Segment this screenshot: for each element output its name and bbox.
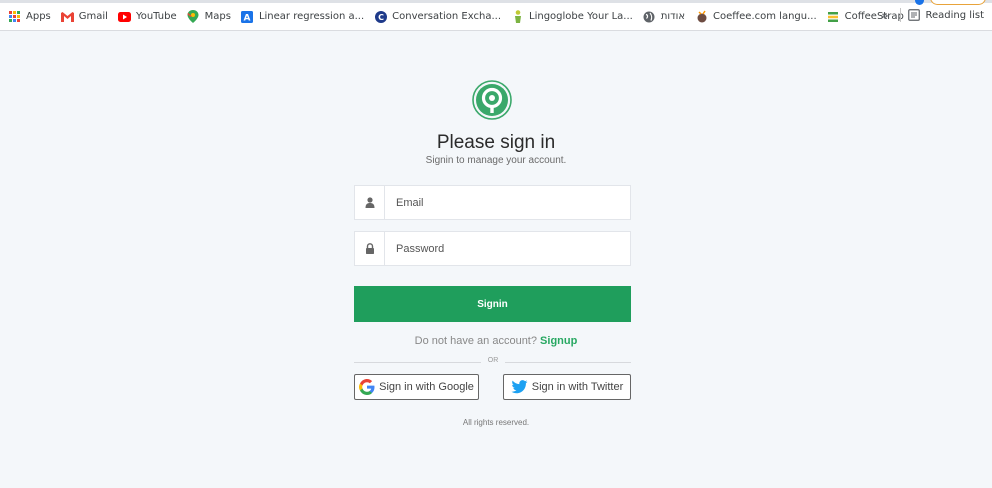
- bookmark-label: Apps: [26, 11, 51, 22]
- bookmark-maps[interactable]: Maps: [182, 7, 236, 27]
- bookmark-coeffee[interactable]: Coeffee.com langu...: [690, 7, 822, 27]
- bookmark-apps[interactable]: Apps: [3, 7, 56, 27]
- bookmark-label: Coeffee.com langu...: [713, 11, 817, 22]
- reading-list-icon: [908, 9, 921, 22]
- youtube-icon: [117, 10, 131, 23]
- or-divider-text: OR: [487, 357, 499, 364]
- user-icon: [355, 186, 385, 219]
- lock-icon: [355, 232, 385, 265]
- bookmark-label: Gmail: [78, 11, 108, 22]
- email-field: [354, 185, 631, 220]
- divider-right: [505, 362, 631, 363]
- bookmark-label: Linear regression a...: [258, 11, 365, 22]
- coffee-icon: [695, 10, 708, 23]
- no-account-prompt: Do not have an account? Signup: [0, 335, 992, 347]
- twitter-signin-button[interactable]: Sign in with Twitter: [503, 374, 631, 400]
- password-field: [354, 231, 631, 266]
- email-input[interactable]: [385, 186, 630, 219]
- reading-list-label: Reading list: [925, 9, 984, 21]
- divider-left: [354, 362, 481, 363]
- twitter-bird-icon: [511, 380, 528, 394]
- stack-icon: [827, 10, 840, 23]
- twitter-signin-label: Sign in with Twitter: [531, 381, 624, 393]
- gmail-icon: [60, 10, 74, 23]
- svg-text:C: C: [378, 13, 384, 22]
- bookmark-label: YouTube: [135, 11, 177, 22]
- letter-c-icon: C: [374, 10, 387, 23]
- browser-top-strip: [0, 0, 992, 3]
- letter-a-icon: A: [241, 10, 254, 23]
- google-icon: [359, 379, 375, 395]
- footer-text: All rights reserved.: [462, 418, 530, 427]
- bookmark-label: Conversation Excha...: [392, 11, 501, 22]
- google-signin-button[interactable]: Sign in with Google: [354, 374, 479, 400]
- bookmark-label: Maps: [204, 11, 231, 22]
- bookmark-linear-regression[interactable]: A Linear regression a...: [236, 7, 369, 27]
- reading-list-button[interactable]: Reading list: [908, 5, 984, 25]
- bookmark-conversation-exchange[interactable]: C Conversation Excha...: [369, 7, 506, 27]
- bookmarks-bar: Apps Gmail YouTube Maps A Linear regress…: [0, 0, 992, 31]
- page-title: Please sign in: [436, 132, 556, 153]
- bookmarks-separator: [899, 8, 901, 22]
- app-logo-icon: [472, 80, 512, 120]
- bookmark-gmail[interactable]: Gmail: [56, 7, 113, 27]
- bookmark-odot[interactable]: אודות: [638, 7, 690, 27]
- signin-button[interactable]: Signin: [354, 286, 631, 322]
- signup-link[interactable]: Signup: [540, 335, 577, 347]
- svg-text:A: A: [244, 13, 251, 23]
- bookmark-label: Lingoglobe Your La...: [529, 11, 633, 22]
- bookmarks-right: » Reading list: [877, 5, 984, 25]
- globe-icon: [643, 10, 656, 23]
- password-input[interactable]: [385, 232, 630, 265]
- apps-grid-icon: [8, 10, 21, 23]
- bookmark-lingoglobe[interactable]: Lingoglobe Your La...: [506, 7, 638, 27]
- no-account-text: Do not have an account?: [414, 335, 537, 347]
- page-subtitle: Signin to manage your account.: [425, 155, 567, 166]
- bookmark-label: אודות: [660, 11, 686, 22]
- bookmark-youtube[interactable]: YouTube: [113, 7, 182, 27]
- bookmarks-overflow-button[interactable]: »: [877, 9, 892, 22]
- google-signin-label: Sign in with Google: [379, 381, 474, 393]
- maps-icon: [187, 10, 200, 23]
- figure-icon: [511, 10, 524, 23]
